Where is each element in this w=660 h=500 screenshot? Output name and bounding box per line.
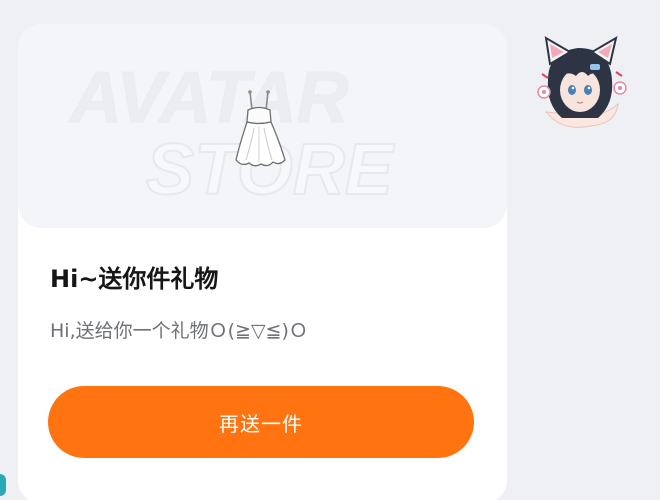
dress-icon (235, 90, 286, 167)
gift-message-card: AVATAR STORE Hi~送你件礼物 Hi,送给你一个礼物Ｏ(≧▽≦)Ｏ … (18, 24, 507, 500)
chat-stage: AVATAR STORE Hi~送你件礼物 Hi,送给你一个礼物Ｏ(≧▽≦)Ｏ … (0, 0, 660, 500)
watermark-avatar: AVATAR (68, 58, 349, 138)
user-avatar[interactable] (532, 34, 630, 134)
gift-banner: AVATAR STORE (18, 24, 507, 228)
edge-indicator (0, 474, 6, 496)
gift-message: Hi,送给你一个礼物Ｏ(≧▽≦)Ｏ (50, 320, 308, 342)
send-again-button[interactable]: 再送一件 (48, 386, 474, 458)
gift-title: Hi~送你件礼物 (50, 265, 219, 293)
